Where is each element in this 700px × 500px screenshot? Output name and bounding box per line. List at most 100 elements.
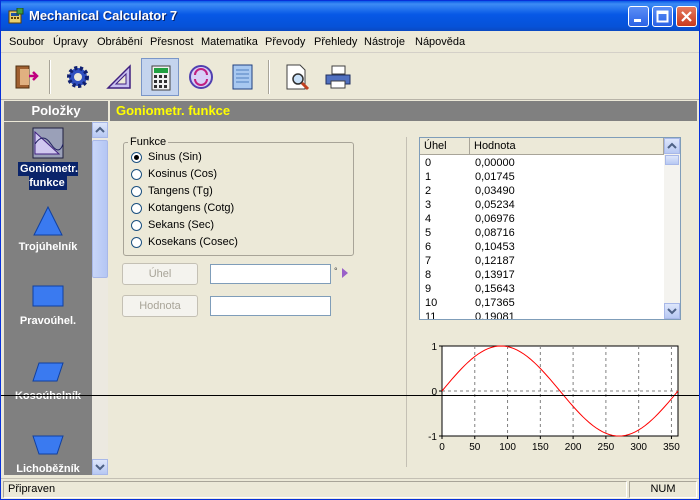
horizontal-rule [1, 395, 699, 396]
table-row[interactable]: 6 0,10453 [420, 240, 664, 254]
radio-dot[interactable] [131, 169, 142, 180]
angle-input[interactable] [210, 264, 331, 284]
table-row[interactable]: 8 0,13917 [420, 268, 664, 282]
x-tick-label: 50 [469, 442, 481, 453]
menu-nastroje[interactable]: Nástroje [364, 36, 405, 48]
convert-icon [189, 65, 213, 89]
print-button[interactable] [319, 58, 357, 96]
column-header-value[interactable]: Hodnota [470, 138, 664, 155]
num-lock-indicator: NUM [629, 481, 697, 498]
menu-presnost[interactable]: Přesnost [150, 36, 193, 48]
item-triangle[interactable]: Trojúhelník [4, 200, 92, 270]
menu-obrabeni[interactable]: Obrábění [97, 36, 143, 48]
items-scrollbar[interactable] [92, 122, 108, 475]
radio-label: Tangens (Tg) [148, 185, 213, 197]
y-tick-label: -1 [428, 432, 437, 443]
table-row[interactable]: 4 0,06976 [420, 212, 664, 226]
items-panel: Goniometr. funkce Trojúhelník Pravoúhel.… [4, 122, 92, 475]
item-label: Goniometr. funkce [17, 162, 79, 190]
radio-dot[interactable] [131, 220, 142, 231]
title-bar[interactable]: Mechanical Calculator 7 [1, 1, 699, 31]
item-goniometric[interactable]: Goniometr. funkce [4, 122, 92, 192]
settings-gear-icon [67, 66, 89, 88]
table-row[interactable]: 0 0,00000 [420, 156, 664, 170]
table-scroll-up-button[interactable] [664, 138, 680, 154]
window-title: Mechanical Calculator 7 [29, 8, 178, 23]
table-scroll-down-button[interactable] [664, 303, 680, 319]
table-row[interactable]: 9 0,15643 [420, 282, 664, 296]
table-scrollbar[interactable] [664, 138, 680, 319]
triangle-icon [33, 205, 63, 236]
x-tick-label: 200 [565, 442, 582, 453]
cell-value: 0,13917 [475, 269, 515, 281]
table-row[interactable]: 2 0,03490 [420, 184, 664, 198]
value-button[interactable]: Hodnota [122, 295, 198, 317]
cell-value: 0,06976 [475, 213, 515, 225]
panel-separator [406, 137, 407, 467]
item-rectangle[interactable]: Pravoúhel. [4, 274, 92, 344]
table-row[interactable]: 11 0,19081 [420, 310, 664, 319]
cell-angle: 6 [425, 241, 432, 253]
item-trapezoid[interactable]: Lichoběžník [4, 422, 92, 475]
maximize-button[interactable] [652, 6, 673, 27]
chevron-up-icon [667, 142, 677, 149]
table-row[interactable]: 5 0,08716 [420, 226, 664, 240]
menu-prehledy[interactable]: Přehledy [314, 36, 357, 48]
calculator-button[interactable] [141, 58, 179, 96]
status-bar: Připraven NUM [1, 478, 699, 499]
cell-angle: 10 [425, 297, 438, 309]
scroll-up-button[interactable] [92, 122, 108, 138]
radio-dot[interactable] [131, 186, 142, 197]
minimize-button[interactable] [628, 6, 649, 27]
values-table[interactable]: Úhel Hodnota 0 0,00000 1 0,01745 2 0,03490 3 0,… [419, 137, 681, 320]
radio-dot[interactable] [131, 152, 142, 163]
cell-angle: 4 [425, 213, 432, 225]
x-tick-label: 150 [532, 442, 549, 453]
convert-button[interactable] [182, 58, 220, 96]
radio-dot[interactable] [131, 203, 142, 214]
menu-matematika[interactable]: Matematika [201, 36, 258, 48]
minimize-icon [634, 19, 641, 22]
table-row[interactable]: 10 0,17365 [420, 296, 664, 310]
function-group-legend: Funkce [128, 136, 169, 148]
radio-label: Sekans (Sec) [148, 219, 215, 231]
cell-value: 0,15643 [475, 283, 515, 295]
menu-soubor[interactable]: Soubor [9, 36, 44, 48]
x-tick-label: 250 [598, 442, 615, 453]
cell-value: 0,01745 [475, 171, 515, 183]
menu-prevody[interactable]: Převody [265, 36, 305, 48]
exit-button[interactable] [6, 58, 44, 96]
angle-arrow-icon[interactable] [342, 268, 348, 278]
table-scroll-thumb[interactable] [665, 155, 679, 165]
cell-angle: 1 [425, 171, 432, 183]
angle-button[interactable]: Úhel [122, 263, 198, 285]
menu-upravy[interactable]: Úpravy [53, 36, 88, 48]
chevron-down-icon [95, 464, 105, 471]
item-label: Pravoúhel. [19, 315, 77, 327]
table-row[interactable]: 3 0,05234 [420, 198, 664, 212]
y-tick-label: 1 [431, 342, 437, 353]
menu-napoveda[interactable]: Nápověda [415, 36, 465, 48]
geometry-button[interactable] [100, 58, 138, 96]
table-row[interactable]: 7 0,12187 [420, 254, 664, 268]
app-icon [8, 8, 24, 24]
radio-label: Kosinus (Cos) [148, 168, 218, 180]
column-header-angle[interactable]: Úhel [420, 138, 470, 155]
print-preview-button[interactable] [278, 58, 316, 96]
cell-angle: 2 [425, 185, 432, 197]
table-row[interactable]: 1 0,01745 [420, 170, 664, 184]
scroll-down-button[interactable] [92, 459, 108, 475]
settings-button[interactable] [59, 58, 97, 96]
item-parallelogram[interactable]: Kosoúhelník [4, 349, 92, 419]
close-button[interactable] [676, 6, 697, 27]
close-icon [681, 11, 692, 22]
exit-icon [15, 65, 39, 89]
chevron-down-icon [667, 308, 677, 315]
degree-unit: ° [334, 266, 338, 276]
radio-dot[interactable] [131, 237, 142, 248]
radio-label: Kosekans (Cosec) [148, 236, 238, 248]
x-tick-label: 300 [630, 442, 647, 453]
scroll-thumb[interactable] [92, 140, 108, 278]
notebook-button[interactable] [223, 58, 261, 96]
value-input[interactable] [210, 296, 331, 316]
